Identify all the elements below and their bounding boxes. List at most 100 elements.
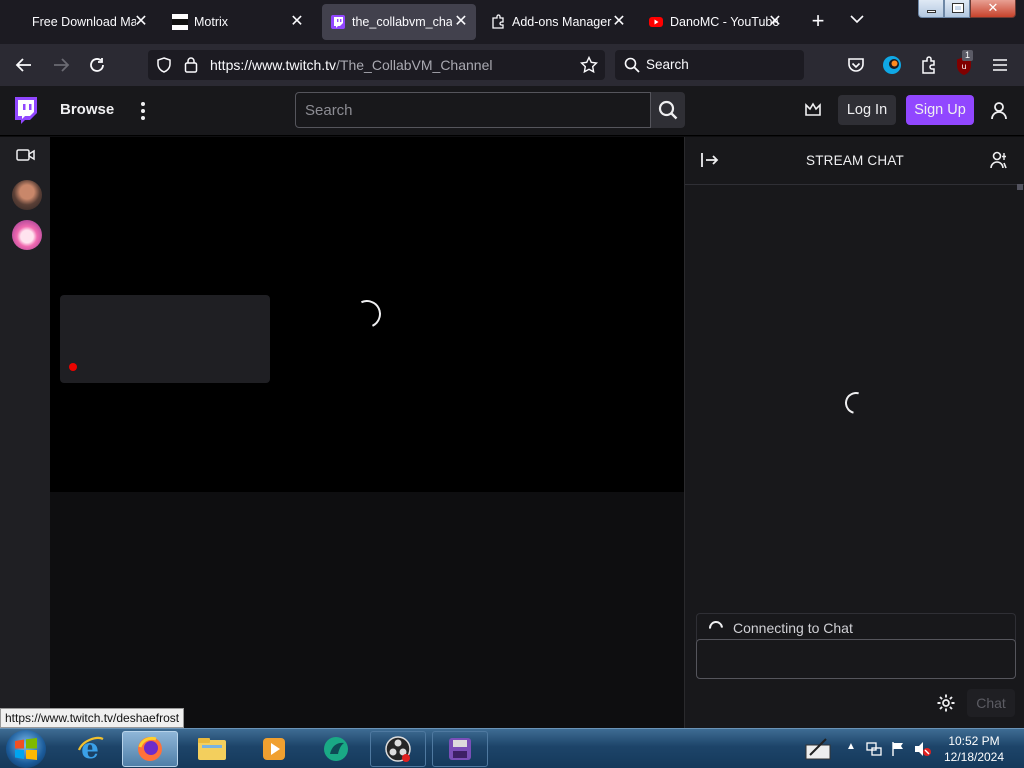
tab-title: Add-ons Manager bbox=[512, 15, 612, 29]
stream-preview-card[interactable] bbox=[60, 295, 270, 383]
ublock-extension-button[interactable]: u 1 bbox=[954, 50, 974, 76]
signup-button[interactable]: Sign Up bbox=[906, 95, 974, 125]
channel-avatar-2[interactable] bbox=[12, 220, 42, 250]
puzzle-icon bbox=[492, 14, 504, 29]
url-bar[interactable]: https://www.twitch.tv/The_CollabVM_Chann… bbox=[148, 50, 605, 80]
minimize-button[interactable] bbox=[918, 0, 944, 18]
live-indicator-icon bbox=[69, 363, 77, 371]
firefox-account-icon[interactable] bbox=[882, 55, 902, 75]
connecting-spinner-icon bbox=[706, 618, 726, 638]
firefox-icon bbox=[138, 736, 162, 761]
forward-button[interactable] bbox=[46, 50, 76, 80]
close-icon[interactable]: ✕ bbox=[610, 13, 628, 31]
taskbar-media-player[interactable] bbox=[246, 731, 302, 767]
menu-icon[interactable] bbox=[992, 58, 1008, 72]
tab-youtube-danomc[interactable]: DanoMC - YouTube ✕ bbox=[644, 4, 792, 40]
shield-icon[interactable] bbox=[156, 57, 172, 73]
stream-chat-panel: STREAM CHAT Connecting to Chat Chat bbox=[684, 137, 1024, 728]
twitch-search-input[interactable]: Search bbox=[295, 92, 651, 128]
clock-time: 10:52 PM bbox=[948, 734, 1000, 748]
tab-motrix[interactable]: Motrix ✕ bbox=[164, 4, 312, 40]
connecting-text: Connecting to Chat bbox=[733, 620, 853, 636]
close-icon[interactable]: ✕ bbox=[766, 13, 784, 31]
extensions-icon[interactable] bbox=[919, 55, 939, 75]
list-all-tabs-chevron-down-icon[interactable] bbox=[850, 14, 864, 24]
twitch-search-button[interactable] bbox=[651, 92, 685, 128]
pocket-icon[interactable] bbox=[847, 56, 865, 74]
explorer-icon bbox=[198, 738, 226, 760]
taskbar-app-green[interactable] bbox=[308, 731, 364, 767]
media-player-icon bbox=[263, 738, 285, 760]
chat-loading-spinner-icon bbox=[840, 387, 872, 419]
followed-channels-sidebar bbox=[0, 137, 50, 728]
back-button[interactable] bbox=[9, 50, 39, 80]
reload-icon bbox=[90, 58, 104, 72]
volume-muted-icon[interactable] bbox=[914, 741, 932, 757]
show-hidden-icons-chevron-up-icon[interactable]: ▲ bbox=[846, 741, 856, 752]
motrix-icon bbox=[172, 14, 188, 30]
web-search-placeholder: Search bbox=[646, 57, 689, 72]
tab-twitch-collabvm[interactable]: the_collabvm_chan ✕ bbox=[322, 4, 476, 40]
twitch-search-placeholder: Search bbox=[305, 102, 353, 119]
chat-title: STREAM CHAT bbox=[806, 153, 904, 168]
network-icon[interactable] bbox=[866, 741, 882, 757]
windows-taskbar: e ▲ 10:52 PM 12/18/2024 bbox=[0, 728, 1024, 768]
extension-badge: 1 bbox=[962, 50, 974, 61]
tab-title: Free Download Ma bbox=[32, 15, 136, 29]
loading-spinner-icon bbox=[349, 296, 385, 332]
close-window-button[interactable]: ✕ bbox=[970, 0, 1016, 18]
taskbar-floppy-app[interactable] bbox=[432, 731, 488, 767]
tab-addons-manager[interactable]: Add-ons Manager ✕ bbox=[486, 4, 634, 40]
back-arrow-icon bbox=[15, 58, 31, 72]
clock-date: 12/18/2024 bbox=[943, 750, 1005, 764]
community-icon[interactable] bbox=[990, 151, 1010, 169]
system-clock[interactable]: 10:52 PM 12/18/2024 bbox=[936, 733, 1012, 765]
gear-icon[interactable] bbox=[936, 693, 956, 713]
search-icon bbox=[624, 57, 640, 73]
pen-tablet-tray-icon[interactable] bbox=[804, 735, 832, 763]
obs-icon bbox=[385, 736, 411, 762]
crown-icon[interactable] bbox=[804, 102, 822, 118]
user-icon[interactable] bbox=[990, 101, 1008, 120]
tab-free-download-manager[interactable]: Free Download Ma ✕ bbox=[8, 4, 156, 40]
url-domain: https://www.twitch.tv bbox=[210, 57, 337, 73]
close-icon[interactable]: ✕ bbox=[132, 13, 150, 31]
channel-avatar-1[interactable] bbox=[12, 180, 42, 210]
chat-scrollbar[interactable] bbox=[1017, 184, 1023, 190]
chat-header: STREAM CHAT bbox=[685, 137, 1024, 185]
url-text[interactable]: https://www.twitch.tv/The_CollabVM_Chann… bbox=[210, 57, 492, 73]
green-app-icon bbox=[324, 737, 348, 761]
twitch-favicon-icon bbox=[331, 15, 345, 29]
taskbar-obs[interactable] bbox=[370, 731, 426, 767]
tab-strip: Free Download Ma ✕ Motrix ✕ the_collabvm… bbox=[0, 0, 1024, 44]
kebab-menu-icon[interactable] bbox=[138, 101, 148, 121]
chat-send-button[interactable]: Chat bbox=[967, 689, 1015, 717]
star-icon[interactable] bbox=[580, 56, 598, 74]
windows-start-button[interactable] bbox=[6, 730, 46, 768]
lock-icon[interactable] bbox=[184, 56, 198, 73]
restore-button[interactable] bbox=[944, 0, 970, 18]
forward-arrow-icon bbox=[54, 58, 70, 72]
svg-text:u: u bbox=[961, 62, 966, 71]
video-camera-icon[interactable] bbox=[16, 148, 36, 162]
taskbar-explorer[interactable] bbox=[184, 731, 240, 767]
twitch-logo-icon[interactable] bbox=[12, 96, 38, 126]
close-icon[interactable]: ✕ bbox=[288, 13, 306, 31]
navigation-toolbar: https://www.twitch.tv/The_CollabVM_Chann… bbox=[0, 44, 1024, 86]
connecting-status-bar: Connecting to Chat bbox=[696, 613, 1016, 641]
web-search-bar[interactable]: Search bbox=[615, 50, 804, 80]
chat-message-input[interactable] bbox=[696, 639, 1016, 679]
reload-button[interactable] bbox=[82, 50, 112, 80]
taskbar-firefox[interactable] bbox=[122, 731, 178, 767]
windows-start-icon bbox=[15, 738, 37, 760]
login-button[interactable]: Log In bbox=[838, 95, 896, 125]
tab-title: DanoMC - YouTube bbox=[670, 15, 778, 29]
new-tab-button[interactable]: + bbox=[806, 9, 830, 33]
close-icon[interactable]: ✕ bbox=[452, 13, 470, 31]
link-status-tooltip: https://www.twitch.tv/deshaefrost bbox=[0, 708, 185, 728]
youtube-icon bbox=[649, 17, 663, 27]
url-path: /The_CollabVM_Channel bbox=[336, 57, 493, 73]
taskbar-ie[interactable]: e bbox=[62, 731, 118, 767]
action-center-flag-icon[interactable] bbox=[890, 741, 906, 757]
browse-link[interactable]: Browse bbox=[60, 101, 114, 118]
